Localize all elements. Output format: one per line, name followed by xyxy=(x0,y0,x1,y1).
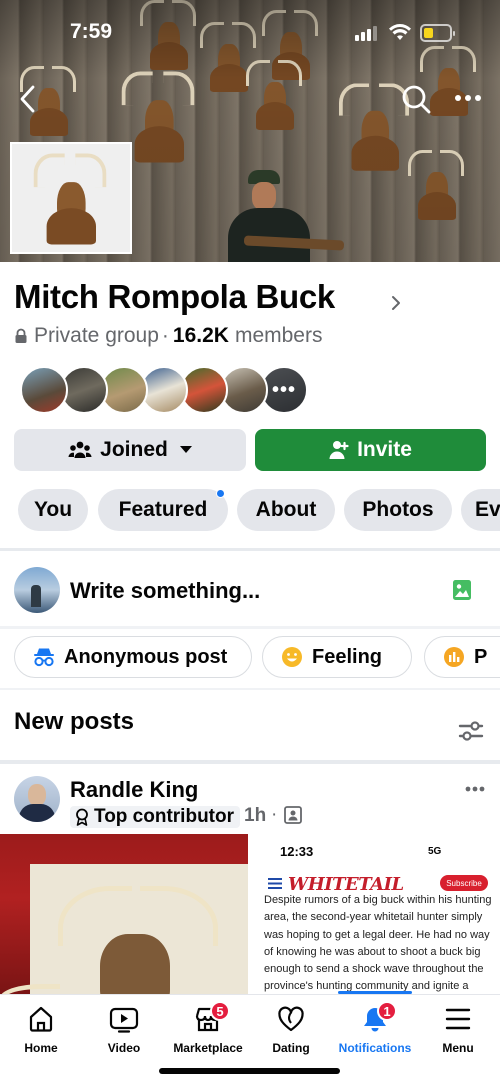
add-person-icon xyxy=(329,441,349,459)
video-icon xyxy=(109,1007,139,1033)
post-image-article[interactable]: 12:33 5G WHITETAIL Subscribe Despite rum… xyxy=(252,834,500,994)
signal-icon xyxy=(355,26,377,41)
invite-button[interactable]: Invite xyxy=(255,429,486,471)
tab-about[interactable]: About xyxy=(237,489,335,531)
embed-status: 5G xyxy=(428,846,442,857)
section-title: New posts xyxy=(14,708,135,735)
caret-down-icon xyxy=(179,446,192,453)
deer-mount xyxy=(121,71,195,163)
post-type-chips: Anonymous post Feeling P xyxy=(14,636,500,678)
dating-icon xyxy=(278,1006,304,1032)
subscribe-button: Subscribe xyxy=(440,875,488,891)
group-tabs: You Featured About Photos Ev xyxy=(18,489,500,531)
menu-icon xyxy=(445,1008,471,1030)
joined-button[interactable]: Joined xyxy=(14,429,246,471)
smiley-icon xyxy=(282,647,302,667)
badge-icon xyxy=(76,808,88,826)
nav-notifications[interactable]: Notifications 1 xyxy=(335,995,415,1059)
user-avatar[interactable] xyxy=(14,567,60,613)
deer-mount xyxy=(339,83,409,171)
tab-you[interactable]: You xyxy=(18,489,88,531)
nav-notifications-label: Notifications xyxy=(338,1041,412,1055)
incognito-icon xyxy=(34,648,54,667)
section-divider xyxy=(0,548,500,551)
anonymous-post-chip[interactable]: Anonymous post xyxy=(14,636,252,678)
filter-icon[interactable] xyxy=(458,720,484,742)
nav-menu-label: Menu xyxy=(442,1041,474,1055)
nav-video-label: Video xyxy=(107,1041,141,1055)
joined-label: Joined xyxy=(100,438,168,461)
post-author-avatar[interactable] xyxy=(14,776,60,822)
hamburger-icon xyxy=(268,878,282,889)
home-indicator xyxy=(159,1068,340,1074)
group-members-icon xyxy=(68,441,92,458)
post-separator: · xyxy=(271,804,278,825)
home-icon xyxy=(29,1006,53,1032)
feeling-label: Feeling xyxy=(312,645,383,668)
nav-home-label: Home xyxy=(24,1041,58,1055)
nav-marketplace-label: Marketplace xyxy=(173,1041,243,1055)
poll-chip[interactable]: P xyxy=(424,636,500,678)
invite-label: Invite xyxy=(357,438,412,461)
write-something-input[interactable]: Write something... xyxy=(70,578,260,604)
new-content-dot xyxy=(216,489,225,498)
status-bar: 7:59 xyxy=(0,0,500,62)
photo-icon[interactable] xyxy=(452,579,472,601)
nav-home[interactable]: Home xyxy=(12,995,70,1059)
lock-icon xyxy=(15,328,27,343)
avatar[interactable] xyxy=(20,366,68,414)
privacy-label: Private group xyxy=(34,324,159,347)
post-image-deer[interactable] xyxy=(0,834,248,994)
post-author-name[interactable]: Randle King xyxy=(70,777,198,803)
more-options-icon[interactable] xyxy=(454,90,484,106)
section-divider xyxy=(0,760,500,764)
badge-label: Top contributor xyxy=(94,806,235,827)
feeling-chip[interactable]: Feeling xyxy=(262,636,412,678)
top-contributor-badge[interactable]: Top contributor xyxy=(70,806,241,828)
deer-mount xyxy=(408,150,464,220)
nav-dating-label: Dating xyxy=(272,1041,310,1055)
tab-photos[interactable]: Photos xyxy=(344,489,452,531)
meta-separator: · xyxy=(161,324,169,347)
nav-menu[interactable]: Menu xyxy=(429,995,487,1059)
wifi-icon xyxy=(389,24,411,40)
tab-events[interactable]: Ev xyxy=(461,489,500,531)
nav-dating[interactable]: Dating xyxy=(262,995,320,1059)
member-avatars[interactable]: ••• xyxy=(20,366,310,414)
anonymous-post-label: Anonymous post xyxy=(64,645,228,668)
tab-featured[interactable]: Featured xyxy=(98,489,228,531)
nav-marketplace[interactable]: Marketplace 5 xyxy=(168,995,248,1059)
embed-time: 12:33 xyxy=(280,844,314,859)
inset-deer-photo xyxy=(10,142,132,254)
post-timestamp[interactable]: 1h xyxy=(244,805,266,827)
article-text: Despite rumors of a big buck within his … xyxy=(264,894,492,993)
notifications-badge: 1 xyxy=(377,1001,397,1021)
group-meta: Private group · 16.2K members xyxy=(14,324,322,348)
more-members-icon[interactable]: ••• xyxy=(262,368,306,412)
section-divider xyxy=(0,688,500,690)
post-more-icon[interactable] xyxy=(465,786,485,792)
nav-video[interactable]: Video xyxy=(95,995,153,1059)
search-icon[interactable] xyxy=(401,84,431,114)
group-audience-icon xyxy=(284,806,302,824)
back-icon[interactable] xyxy=(14,84,44,114)
deer-mount xyxy=(246,60,302,130)
chevron-right-icon[interactable] xyxy=(390,294,402,312)
poll-icon xyxy=(444,647,464,667)
status-time: 7:59 xyxy=(70,20,113,43)
group-title[interactable]: Mitch Rompola Buck xyxy=(14,278,335,316)
battery-icon xyxy=(420,24,455,42)
section-divider xyxy=(0,626,500,629)
member-label: members xyxy=(234,324,323,347)
poll-label: P xyxy=(474,645,488,668)
marketplace-badge: 5 xyxy=(210,1001,230,1021)
member-count: 16.2K xyxy=(172,324,229,347)
